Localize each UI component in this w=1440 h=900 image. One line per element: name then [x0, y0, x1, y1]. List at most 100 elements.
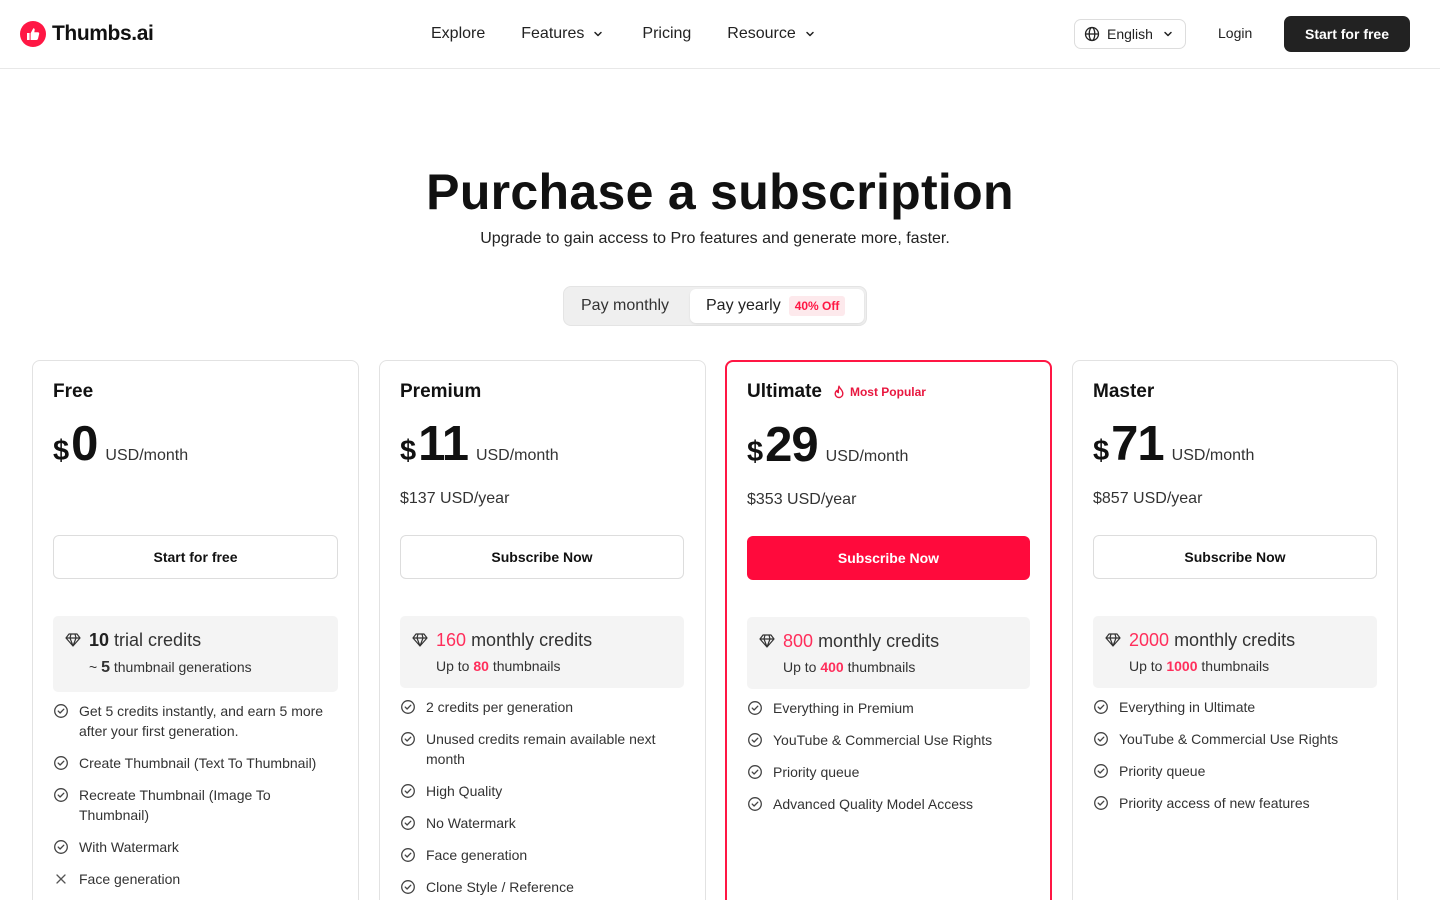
feature-text: No Watermark — [426, 815, 516, 831]
feature-item: Advanced Quality Model Access — [747, 794, 1030, 814]
nav-resource-dropdown[interactable]: Resource — [727, 25, 815, 43]
price-unit: USD/month — [475, 447, 559, 464]
feature-list: Everything in Ultimate YouTube & Commerci… — [1093, 697, 1377, 825]
yearly-price: $857 USD/year — [1093, 490, 1203, 507]
billing-toggle: Pay monthly Pay yearly 40% Off — [563, 286, 867, 326]
plan-name-text: Ultimate — [747, 381, 822, 402]
login-link[interactable]: Login — [1218, 25, 1252, 41]
chevron-down-icon — [1162, 28, 1174, 40]
feature-text: Clone Style / Reference — [426, 879, 574, 895]
credits-sub-prefix: Up to — [436, 658, 470, 674]
feature-list: 2 credits per generation Unused credits r… — [400, 697, 684, 900]
plan-card-ultimate: Ultimate Most Popular $ 29 USD/month $35… — [725, 360, 1052, 900]
feature-item: With Watermark — [53, 837, 338, 857]
feature-text: Everything in Premium — [773, 700, 914, 716]
credits-sub-prefix: Up to — [783, 659, 817, 675]
plan-name-text: Premium — [400, 381, 482, 402]
check-circle-icon — [747, 796, 763, 812]
pay-yearly-option[interactable]: Pay yearly 40% Off — [690, 289, 864, 323]
feature-item: Everything in Ultimate — [1093, 697, 1377, 717]
page-title: Purchase a subscription — [426, 164, 1014, 220]
feature-item: Face generation — [400, 845, 684, 865]
credits-number: 10 — [89, 630, 110, 650]
yearly-price: $353 USD/year — [747, 491, 857, 508]
price: $ 71 USD/month — [1093, 416, 1254, 472]
feature-item: Priority access of new features — [1093, 793, 1377, 813]
price-amount: 71 — [1111, 417, 1165, 471]
credits-number: 800 — [783, 631, 814, 651]
feature-text: YouTube & Commercial Use Rights — [1119, 731, 1339, 747]
feature-text: Create Thumbnail (Text To Thumbnail) — [79, 755, 317, 771]
credits-line: 800 monthly credits — [783, 631, 939, 652]
credits-box: 2000 monthly credits Up to 1000 thumbnai… — [1093, 616, 1377, 688]
feature-item: 2 credits per generation — [400, 697, 684, 717]
check-circle-icon — [400, 815, 416, 831]
yearly-price: $137 USD/year — [400, 490, 510, 507]
plan-card-master: Master $ 71 USD/month $857 USD/year Subs… — [1072, 360, 1398, 900]
discount-badge: 40% Off — [788, 296, 846, 316]
diamond-icon — [1105, 633, 1121, 652]
subscribe-now-button[interactable]: Subscribe Now — [400, 535, 684, 579]
check-circle-icon — [1093, 731, 1109, 747]
feature-text: Unused credits remain available next mon… — [426, 731, 656, 767]
credits-sub-number: 400 — [820, 659, 844, 675]
feature-text: With Watermark — [79, 839, 179, 855]
price-unit: USD/month — [825, 448, 909, 465]
credits-line: 2000 monthly credits — [1129, 630, 1295, 651]
credits-label: monthly credits — [818, 631, 940, 651]
feature-text: Priority queue — [1119, 763, 1206, 779]
credits-label: monthly credits — [471, 630, 593, 650]
start-for-free-cta[interactable]: Start for free — [53, 535, 338, 579]
feature-item: Unused credits remain available next mon… — [400, 729, 684, 769]
feature-text: Priority queue — [773, 764, 860, 780]
top-nav: Thumbs.ai Explore Features Pricing Resou… — [0, 0, 1440, 69]
feature-item: Recreate Thumbnail (Image To Thumbnail) — [53, 785, 338, 825]
check-circle-icon — [1093, 763, 1109, 779]
currency-symbol: $ — [400, 435, 417, 467]
nav-features-label: Features — [521, 25, 585, 42]
nav-features-dropdown[interactable]: Features — [521, 25, 604, 43]
x-icon — [53, 871, 69, 887]
credits-sub-label: thumbnails — [492, 658, 561, 674]
feature-item: No Watermark — [400, 813, 684, 833]
credits-sub-prefix: Up to — [1129, 658, 1163, 674]
price-amount: 11 — [418, 417, 469, 471]
nav-pricing[interactable]: Pricing — [642, 25, 691, 43]
feature-item: Priority queue — [1093, 761, 1377, 781]
feature-text: YouTube & Commercial Use Rights — [773, 732, 993, 748]
plan-name: Free — [53, 381, 93, 403]
feature-item: YouTube & Commercial Use Rights — [1093, 729, 1377, 749]
check-circle-icon — [400, 847, 416, 863]
credits-subline: Up to 400 thumbnails — [783, 659, 915, 675]
start-for-free-button[interactable]: Start for free — [1284, 16, 1410, 52]
price: $ 0 USD/month — [53, 416, 188, 472]
plan-name-text: Master — [1093, 381, 1155, 402]
plan-name-text: Free — [53, 381, 94, 402]
feature-text: Get 5 credits instantly, and earn 5 more… — [79, 703, 324, 739]
feature-item: Get 5 credits instantly, and earn 5 more… — [53, 701, 338, 741]
feature-text: Recreate Thumbnail (Image To Thumbnail) — [79, 787, 271, 823]
feature-item: Everything in Premium — [747, 698, 1030, 718]
currency-symbol: $ — [747, 436, 764, 468]
feature-list: Everything in Premium YouTube & Commercia… — [747, 698, 1030, 826]
feature-text: Advanced Quality Model Access — [773, 796, 973, 812]
credits-sub-label: thumbnails — [1201, 658, 1270, 674]
subscribe-now-button[interactable]: Subscribe Now — [1093, 535, 1377, 579]
check-circle-icon — [400, 879, 416, 895]
nav-pricing-label: Pricing — [642, 25, 692, 42]
subscribe-now-button[interactable]: Subscribe Now — [747, 536, 1030, 580]
brand-logo[interactable]: Thumbs.ai — [20, 20, 154, 48]
price: $ 29 USD/month — [747, 417, 908, 473]
chevron-down-icon — [592, 28, 604, 40]
brand-name: Thumbs.ai — [52, 22, 154, 45]
currency-symbol: $ — [1093, 435, 1110, 467]
language-selector[interactable]: English — [1074, 19, 1186, 49]
nav-explore[interactable]: Explore — [431, 25, 485, 43]
credits-subline: Up to 1000 thumbnails — [1129, 658, 1269, 674]
feature-text: Priority access of new features — [1119, 795, 1310, 811]
feature-item: YouTube & Commercial Use Rights — [747, 730, 1030, 750]
feature-item: Face generation — [53, 869, 338, 889]
pay-monthly-option[interactable]: Pay monthly — [581, 297, 669, 315]
price-unit: USD/month — [1171, 447, 1255, 464]
check-circle-icon — [53, 703, 69, 719]
